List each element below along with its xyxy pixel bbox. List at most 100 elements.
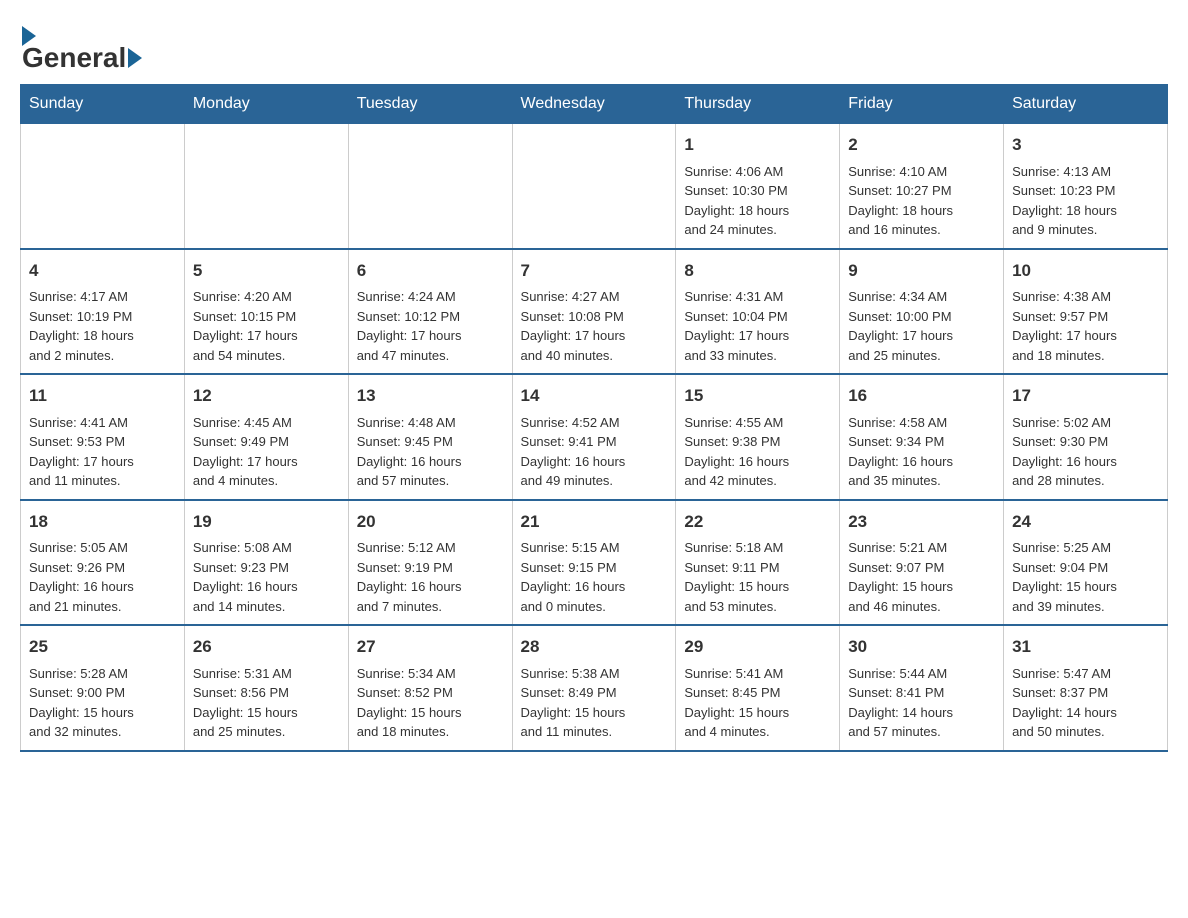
day-number: 8: [684, 258, 831, 284]
day-info: Sunrise: 4:17 AM Sunset: 10:19 PM Daylig…: [29, 287, 176, 365]
calendar-cell: 7 Sunrise: 4:27 AM Sunset: 10:08 PM Dayli…: [512, 249, 676, 375]
calendar-cell: 28Sunrise: 5:38 AM Sunset: 8:49 PM Dayli…: [512, 625, 676, 751]
day-info: Sunrise: 4:24 AM Sunset: 10:12 PM Daylig…: [357, 287, 504, 365]
day-info: Sunrise: 4:20 AM Sunset: 10:15 PM Daylig…: [193, 287, 340, 365]
calendar-week-row: 4 Sunrise: 4:17 AM Sunset: 10:19 PM Dayli…: [21, 249, 1168, 375]
day-number: 24: [1012, 509, 1159, 535]
calendar-cell: 21 Sunrise: 5:15 AM Sunset: 9:15 PM Dayli…: [512, 500, 676, 626]
calendar-cell: 3Sunrise: 4:13 AM Sunset: 10:23 PM Dayli…: [1004, 124, 1168, 249]
day-number: 10: [1012, 258, 1159, 284]
day-info: Sunrise: 4:41 AM Sunset: 9:53 PM Dayligh…: [29, 413, 176, 491]
day-number: 12: [193, 383, 340, 409]
day-number: 20: [357, 509, 504, 535]
calendar-cell: 1Sunrise: 4:06 AM Sunset: 10:30 PM Dayli…: [676, 124, 840, 249]
day-info: Sunrise: 5:02 AM Sunset: 9:30 PM Dayligh…: [1012, 413, 1159, 491]
day-info: Sunrise: 5:28 AM Sunset: 9:00 PM Dayligh…: [29, 664, 176, 742]
day-info: Sunrise: 4:55 AM Sunset: 9:38 PM Dayligh…: [684, 413, 831, 491]
day-info: Sunrise: 4:34 AM Sunset: 10:00 PM Daylig…: [848, 287, 995, 365]
day-number: 1: [684, 132, 831, 158]
calendar-cell: 20 Sunrise: 5:12 AM Sunset: 9:19 PM Dayli…: [348, 500, 512, 626]
calendar-cell: 12Sunrise: 4:45 AM Sunset: 9:49 PM Dayli…: [184, 374, 348, 500]
logo-triangle-icon2: [128, 48, 142, 68]
day-number: 21: [521, 509, 668, 535]
day-info: Sunrise: 5:25 AM Sunset: 9:04 PM Dayligh…: [1012, 538, 1159, 616]
calendar-header-tuesday: Tuesday: [348, 85, 512, 124]
day-info: Sunrise: 5:05 AM Sunset: 9:26 PM Dayligh…: [29, 538, 176, 616]
calendar-header-friday: Friday: [840, 85, 1004, 124]
calendar-table: SundayMondayTuesdayWednesdayThursdayFrid…: [20, 84, 1168, 752]
calendar-cell: 16Sunrise: 4:58 AM Sunset: 9:34 PM Dayli…: [840, 374, 1004, 500]
day-number: 2: [848, 132, 995, 158]
day-info: Sunrise: 5:44 AM Sunset: 8:41 PM Dayligh…: [848, 664, 995, 742]
calendar-cell: 14 Sunrise: 4:52 AM Sunset: 9:41 PM Dayli…: [512, 374, 676, 500]
day-number: 13: [357, 383, 504, 409]
calendar-header-saturday: Saturday: [1004, 85, 1168, 124]
calendar-cell: 17 Sunrise: 5:02 AM Sunset: 9:30 PM Dayli…: [1004, 374, 1168, 500]
day-info: Sunrise: 4:52 AM Sunset: 9:41 PM Dayligh…: [521, 413, 668, 491]
day-info: Sunrise: 4:58 AM Sunset: 9:34 PM Dayligh…: [848, 413, 995, 491]
calendar-cell: 5 Sunrise: 4:20 AM Sunset: 10:15 PM Dayli…: [184, 249, 348, 375]
calendar-cell: 2 Sunrise: 4:10 AM Sunset: 10:27 PM Dayli…: [840, 124, 1004, 249]
calendar-cell: [21, 124, 185, 249]
calendar-cell: 27 Sunrise: 5:34 AM Sunset: 8:52 PM Dayli…: [348, 625, 512, 751]
calendar-cell: 24 Sunrise: 5:25 AM Sunset: 9:04 PM Dayli…: [1004, 500, 1168, 626]
calendar-cell: 9Sunrise: 4:34 AM Sunset: 10:00 PM Dayli…: [840, 249, 1004, 375]
day-number: 26: [193, 634, 340, 660]
page-header: General: [20, 20, 1168, 74]
day-info: Sunrise: 5:15 AM Sunset: 9:15 PM Dayligh…: [521, 538, 668, 616]
calendar-cell: 29 Sunrise: 5:41 AM Sunset: 8:45 PM Dayli…: [676, 625, 840, 751]
day-info: Sunrise: 4:13 AM Sunset: 10:23 PM Daylig…: [1012, 162, 1159, 240]
calendar-cell: 18 Sunrise: 5:05 AM Sunset: 9:26 PM Dayli…: [21, 500, 185, 626]
day-info: Sunrise: 5:08 AM Sunset: 9:23 PM Dayligh…: [193, 538, 340, 616]
day-info: Sunrise: 5:12 AM Sunset: 9:19 PM Dayligh…: [357, 538, 504, 616]
calendar-cell: 26 Sunrise: 5:31 AM Sunset: 8:56 PM Dayli…: [184, 625, 348, 751]
calendar-cell: 22 Sunrise: 5:18 AM Sunset: 9:11 PM Dayli…: [676, 500, 840, 626]
day-number: 22: [684, 509, 831, 535]
calendar-cell: [184, 124, 348, 249]
day-number: 19: [193, 509, 340, 535]
calendar-header-wednesday: Wednesday: [512, 85, 676, 124]
calendar-week-row: 1Sunrise: 4:06 AM Sunset: 10:30 PM Dayli…: [21, 124, 1168, 249]
day-number: 23: [848, 509, 995, 535]
day-info: Sunrise: 4:48 AM Sunset: 9:45 PM Dayligh…: [357, 413, 504, 491]
day-number: 4: [29, 258, 176, 284]
day-info: Sunrise: 5:41 AM Sunset: 8:45 PM Dayligh…: [684, 664, 831, 742]
calendar-cell: 11Sunrise: 4:41 AM Sunset: 9:53 PM Dayli…: [21, 374, 185, 500]
day-info: Sunrise: 4:27 AM Sunset: 10:08 PM Daylig…: [521, 287, 668, 365]
logo-general-text2: General: [22, 42, 126, 74]
calendar-cell: 30 Sunrise: 5:44 AM Sunset: 8:41 PM Dayli…: [840, 625, 1004, 751]
day-number: 25: [29, 634, 176, 660]
day-info: Sunrise: 5:21 AM Sunset: 9:07 PM Dayligh…: [848, 538, 995, 616]
day-number: 14: [521, 383, 668, 409]
calendar-header-monday: Monday: [184, 85, 348, 124]
day-number: 31: [1012, 634, 1159, 660]
logo: General: [20, 20, 144, 74]
calendar-cell: [348, 124, 512, 249]
calendar-header-sunday: Sunday: [21, 85, 185, 124]
day-info: Sunrise: 4:10 AM Sunset: 10:27 PM Daylig…: [848, 162, 995, 240]
calendar-cell: 4 Sunrise: 4:17 AM Sunset: 10:19 PM Dayli…: [21, 249, 185, 375]
calendar-header-row: SundayMondayTuesdayWednesdayThursdayFrid…: [21, 85, 1168, 124]
day-number: 27: [357, 634, 504, 660]
calendar-header-thursday: Thursday: [676, 85, 840, 124]
day-info: Sunrise: 5:31 AM Sunset: 8:56 PM Dayligh…: [193, 664, 340, 742]
day-number: 17: [1012, 383, 1159, 409]
day-number: 7: [521, 258, 668, 284]
day-number: 28: [521, 634, 668, 660]
day-number: 5: [193, 258, 340, 284]
calendar-week-row: 18 Sunrise: 5:05 AM Sunset: 9:26 PM Dayli…: [21, 500, 1168, 626]
day-info: Sunrise: 4:38 AM Sunset: 9:57 PM Dayligh…: [1012, 287, 1159, 365]
day-info: Sunrise: 5:34 AM Sunset: 8:52 PM Dayligh…: [357, 664, 504, 742]
day-number: 18: [29, 509, 176, 535]
day-info: Sunrise: 5:47 AM Sunset: 8:37 PM Dayligh…: [1012, 664, 1159, 742]
day-number: 30: [848, 634, 995, 660]
day-info: Sunrise: 4:31 AM Sunset: 10:04 PM Daylig…: [684, 287, 831, 365]
day-info: Sunrise: 5:18 AM Sunset: 9:11 PM Dayligh…: [684, 538, 831, 616]
day-number: 6: [357, 258, 504, 284]
calendar-cell: 23 Sunrise: 5:21 AM Sunset: 9:07 PM Dayli…: [840, 500, 1004, 626]
day-number: 29: [684, 634, 831, 660]
day-number: 15: [684, 383, 831, 409]
calendar-week-row: 11Sunrise: 4:41 AM Sunset: 9:53 PM Dayli…: [21, 374, 1168, 500]
calendar-cell: 31 Sunrise: 5:47 AM Sunset: 8:37 PM Dayli…: [1004, 625, 1168, 751]
calendar-cell: 19 Sunrise: 5:08 AM Sunset: 9:23 PM Dayli…: [184, 500, 348, 626]
